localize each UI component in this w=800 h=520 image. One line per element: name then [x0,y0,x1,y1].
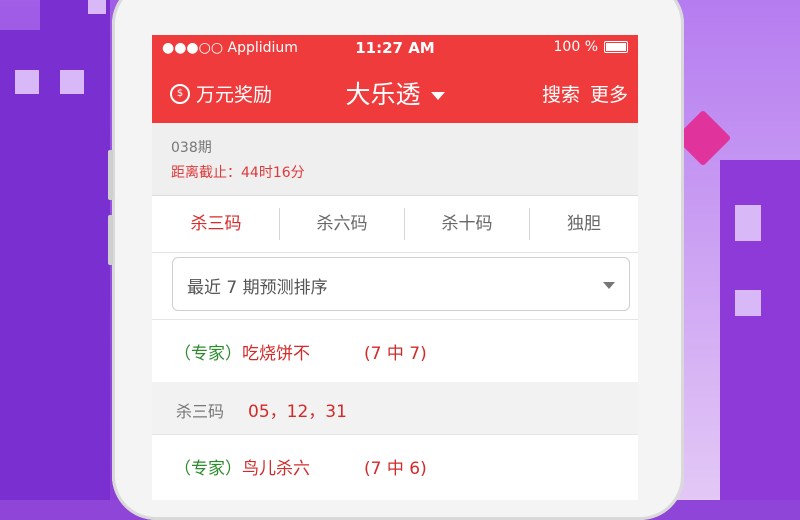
battery-icon [604,41,628,53]
tab-kill-three[interactable]: 杀三码 [152,196,280,252]
window-decoration [60,70,84,94]
expert-label: （专家）吃烧饼不 [174,339,310,364]
lottery-title: 大乐透 [345,80,421,109]
window-decoration [88,0,106,14]
kill-numbers-row: 杀三码 05，12，31 [152,382,638,434]
window-decoration [15,70,39,94]
expert-label: （专家）鸟儿杀六 [174,454,310,479]
expert-name: 吃烧饼不 [242,344,310,364]
sort-dropdown[interactable]: 最近 7 期预测排序 [172,257,630,311]
kill-label: 杀三码 [176,402,225,421]
hit-score: (7 中 7) [364,344,427,364]
caret-down-icon [430,92,445,100]
tab-kill-six[interactable]: 杀六码 [280,196,404,252]
phone-side-button [108,215,113,265]
issue-info: 038期 距离截止：44时16分 [152,123,638,196]
phone-side-button [108,150,113,200]
expert-tag: （专家） [174,344,242,364]
deadline-countdown: 距离截止：44时16分 [171,165,305,181]
app-screen: ●●●○○ Applidium 11:27 AM 100 % $ 万元奖励 大乐… [152,35,638,500]
expert-name: 鸟儿杀六 [242,459,310,479]
building-decoration [0,30,110,500]
tab-single[interactable]: 独胆 [530,196,638,252]
status-bar: ●●●○○ Applidium 11:27 AM 100 % [152,35,638,61]
sort-dropdown-value: 最近 7 期预测排序 [187,278,328,298]
search-button[interactable]: 搜索 [542,80,580,107]
issue-number: 038期 [171,140,212,156]
tab-kill-ten[interactable]: 杀十码 [405,196,529,252]
more-button[interactable]: 更多 [590,80,628,107]
list-item[interactable]: （专家）吃烧饼不 (7 中 7) [152,320,638,380]
battery-indicator: 100 % [554,39,628,55]
list-item[interactable]: （专家）鸟儿杀六 (7 中 6) [152,435,638,495]
window-decoration [735,290,761,316]
window-decoration [735,205,761,241]
nav-bar: $ 万元奖励 大乐透 搜索 更多 [152,61,638,123]
battery-percent: 100 % [553,39,598,55]
expert-tag: （专家） [174,459,242,479]
kill-numbers: 05，12，31 [248,402,347,422]
hit-score: (7 中 6) [364,459,427,479]
tab-bar: 杀三码 杀六码 杀十码 独胆 [152,196,638,253]
chevron-down-icon [603,282,615,289]
